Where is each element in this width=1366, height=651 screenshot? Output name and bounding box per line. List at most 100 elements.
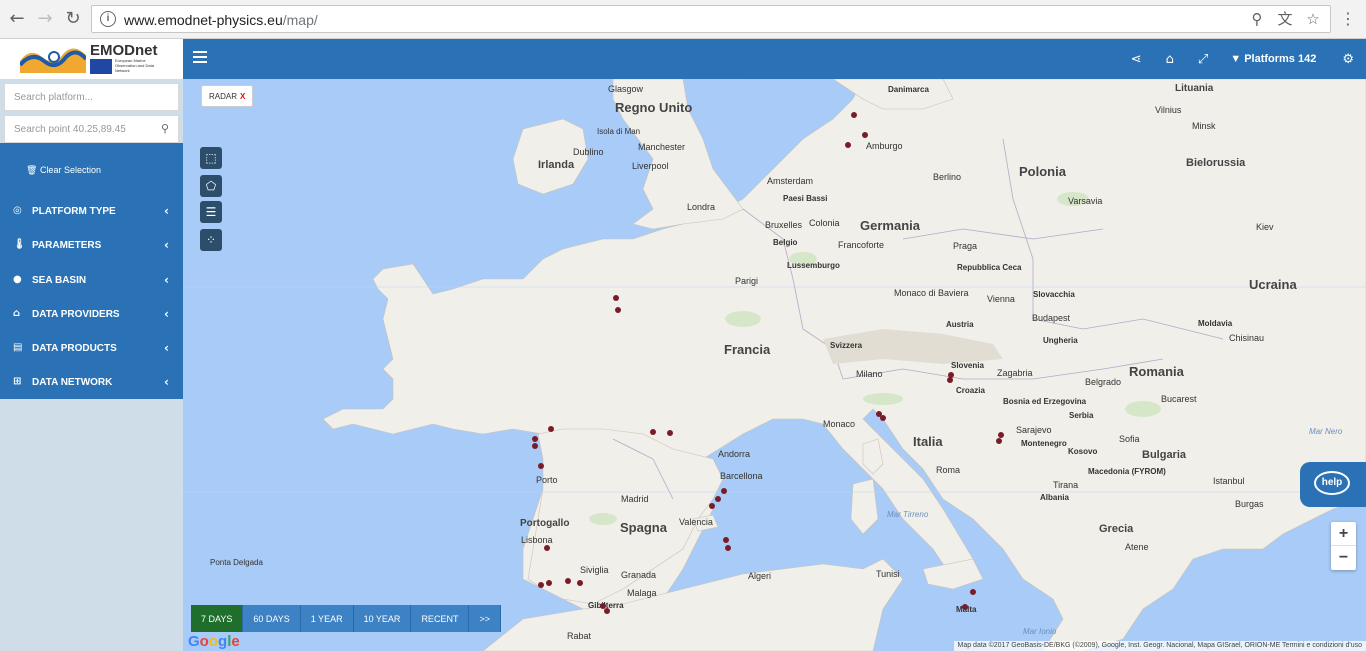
platform-marker[interactable] bbox=[532, 443, 538, 449]
remove-filter-icon[interactable]: X bbox=[240, 92, 245, 101]
platform-marker[interactable] bbox=[538, 582, 544, 588]
city-label: Milano bbox=[856, 369, 883, 379]
map-attribution[interactable]: Map data ©2017 GeoBasis-DE/BKG (©2009), … bbox=[953, 641, 1366, 651]
browser-menu-icon[interactable]: ⋮ bbox=[1340, 9, 1356, 28]
server-icon: ▤ bbox=[13, 342, 23, 353]
city-label: Siviglia bbox=[580, 565, 609, 575]
hamburger-menu-icon[interactable] bbox=[193, 51, 207, 65]
time-10-year-button[interactable]: 10 YEAR bbox=[353, 605, 412, 632]
country-label: Ucraina bbox=[1249, 277, 1297, 292]
platform-marker[interactable] bbox=[845, 142, 851, 148]
time-recent-button[interactable]: RECENT bbox=[411, 605, 470, 632]
time-60-days-button[interactable]: 60 DAYS bbox=[243, 605, 301, 632]
time-1-year-button[interactable]: 1 YEAR bbox=[300, 605, 354, 632]
list-icon[interactable]: ☰ bbox=[200, 201, 222, 223]
info-icon[interactable]: i bbox=[100, 11, 116, 27]
search-point-input[interactable]: Search point 40.25,89.45 ⚲ bbox=[4, 115, 179, 143]
country-label: Portogallo bbox=[520, 518, 570, 529]
platform-marker[interactable] bbox=[709, 503, 715, 509]
city-label: Rabat bbox=[567, 631, 592, 641]
zoom-out-button[interactable]: − bbox=[1331, 546, 1356, 570]
platform-marker[interactable] bbox=[613, 295, 619, 301]
address-bar[interactable]: i www.emodnet-physics.eu/map/ ⚲ 文 ☆ bbox=[91, 5, 1331, 33]
search-platform-input[interactable]: Search platform... bbox=[4, 83, 179, 111]
platform-marker[interactable] bbox=[996, 438, 1002, 444]
bookmark-star-icon[interactable]: ☆ bbox=[1304, 10, 1322, 28]
google-logo: Google bbox=[188, 633, 240, 650]
city-label: Londra bbox=[687, 202, 716, 212]
country-label: Lussemburgo bbox=[787, 261, 840, 270]
platforms-filter-button[interactable]: ▼ Platforms 142 bbox=[1220, 53, 1330, 65]
home-icon[interactable]: ⌂ bbox=[1154, 52, 1186, 67]
platform-marker[interactable] bbox=[715, 496, 721, 502]
cluster-icon[interactable]: ⁘ bbox=[200, 229, 222, 251]
app-header: EMODnet European Marine Observation and … bbox=[0, 39, 1366, 79]
platform-marker[interactable] bbox=[577, 580, 583, 586]
radar-filter-chip[interactable]: RADAR X bbox=[201, 85, 254, 107]
country-label: Repubblica Ceca bbox=[957, 263, 1022, 272]
reload-icon[interactable]: ↻ bbox=[63, 9, 83, 29]
platform-marker[interactable] bbox=[970, 589, 976, 595]
back-arrow-icon[interactable]: ← bbox=[7, 9, 27, 29]
country-label: Italia bbox=[913, 434, 943, 449]
platform-marker[interactable] bbox=[851, 112, 857, 118]
clear-selection-button[interactable]: 🗑 Clear Selection bbox=[26, 165, 101, 176]
platform-marker[interactable] bbox=[880, 415, 886, 421]
sidebar-item-sea-basin[interactable]: ● SEA BASIN ‹ bbox=[0, 271, 183, 291]
city-label: Kiev bbox=[1256, 222, 1274, 232]
platform-marker[interactable] bbox=[721, 488, 727, 494]
city-label: Vilnius bbox=[1155, 105, 1182, 115]
polygon-select-icon[interactable]: ⬠ bbox=[200, 175, 222, 197]
sea-label: Mar Nero bbox=[1309, 427, 1343, 436]
platform-marker[interactable] bbox=[725, 545, 731, 551]
platform-marker[interactable] bbox=[546, 580, 552, 586]
settings-cogs-icon[interactable]: ⚙ bbox=[1330, 52, 1366, 67]
city-label: Parigi bbox=[735, 276, 759, 286]
thermometer-icon: 🌡 bbox=[13, 239, 26, 250]
time-7-days-button[interactable]: 7 DAYS bbox=[191, 605, 244, 632]
sidebar-item-data-products[interactable]: ▤ DATA PRODUCTS ‹ bbox=[0, 339, 183, 359]
sidebar-item-platform-type[interactable]: ◎ PLATFORM TYPE ‹ bbox=[0, 202, 183, 222]
platform-marker[interactable] bbox=[962, 604, 968, 610]
forward-arrow-icon[interactable]: → bbox=[35, 9, 55, 29]
logo[interactable]: EMODnet European Marine Observation and … bbox=[0, 39, 183, 79]
city-label: Colonia bbox=[809, 218, 840, 228]
platform-marker[interactable] bbox=[565, 578, 571, 584]
city-label: Malaga bbox=[627, 588, 657, 598]
translate-icon[interactable]: 文 bbox=[1276, 10, 1294, 28]
select-area-icon[interactable]: ⬚ bbox=[200, 147, 222, 169]
sidebar-item-data-providers[interactable]: ⌂ DATA PROVIDERS ‹ bbox=[0, 305, 183, 325]
platform-marker[interactable] bbox=[862, 132, 868, 138]
platform-marker[interactable] bbox=[544, 545, 550, 551]
sitemap-icon: ⊞ bbox=[13, 376, 22, 387]
url-text[interactable]: www.emodnet-physics.eu/map/ bbox=[124, 12, 318, 28]
platform-marker[interactable] bbox=[650, 429, 656, 435]
platform-marker[interactable] bbox=[947, 377, 953, 383]
sidebar-item-parameters[interactable]: 🌡 PARAMETERS ‹ bbox=[0, 236, 183, 256]
help-button[interactable]: help bbox=[1300, 462, 1366, 507]
country-label: Danimarca bbox=[888, 85, 929, 94]
platform-marker[interactable] bbox=[604, 608, 610, 614]
platform-marker[interactable] bbox=[548, 426, 554, 432]
city-label: Atene bbox=[1125, 542, 1149, 552]
zoom-in-button[interactable]: + bbox=[1331, 522, 1356, 546]
time-next-button[interactable]: >> bbox=[469, 605, 501, 632]
map-canvas[interactable]: Regno Unito Irlanda Francia Spagna Porto… bbox=[183, 79, 1366, 651]
platform-marker[interactable] bbox=[615, 307, 621, 313]
help-bubble-icon: help bbox=[1314, 471, 1350, 495]
platform-marker[interactable] bbox=[723, 537, 729, 543]
sidebar-item-data-network[interactable]: ⊞ DATA NETWORK ‹ bbox=[0, 373, 183, 393]
city-label: Francoforte bbox=[838, 240, 885, 250]
city-label: Amsterdam bbox=[767, 176, 814, 186]
chevron-left-icon: ‹ bbox=[164, 341, 169, 355]
country-label: Slovacchia bbox=[1033, 290, 1075, 299]
search-icon[interactable]: ⚲ bbox=[161, 122, 169, 135]
country-label: Bulgaria bbox=[1142, 449, 1187, 461]
zoom-icon[interactable]: ⚲ bbox=[1248, 10, 1266, 28]
platform-marker[interactable] bbox=[532, 436, 538, 442]
fullscreen-icon[interactable]: ⤢ bbox=[1186, 52, 1220, 67]
share-icon[interactable]: ⋖ bbox=[1119, 52, 1154, 67]
platform-marker[interactable] bbox=[667, 430, 673, 436]
platform-marker[interactable] bbox=[538, 463, 544, 469]
country-label: Germania bbox=[860, 218, 920, 233]
